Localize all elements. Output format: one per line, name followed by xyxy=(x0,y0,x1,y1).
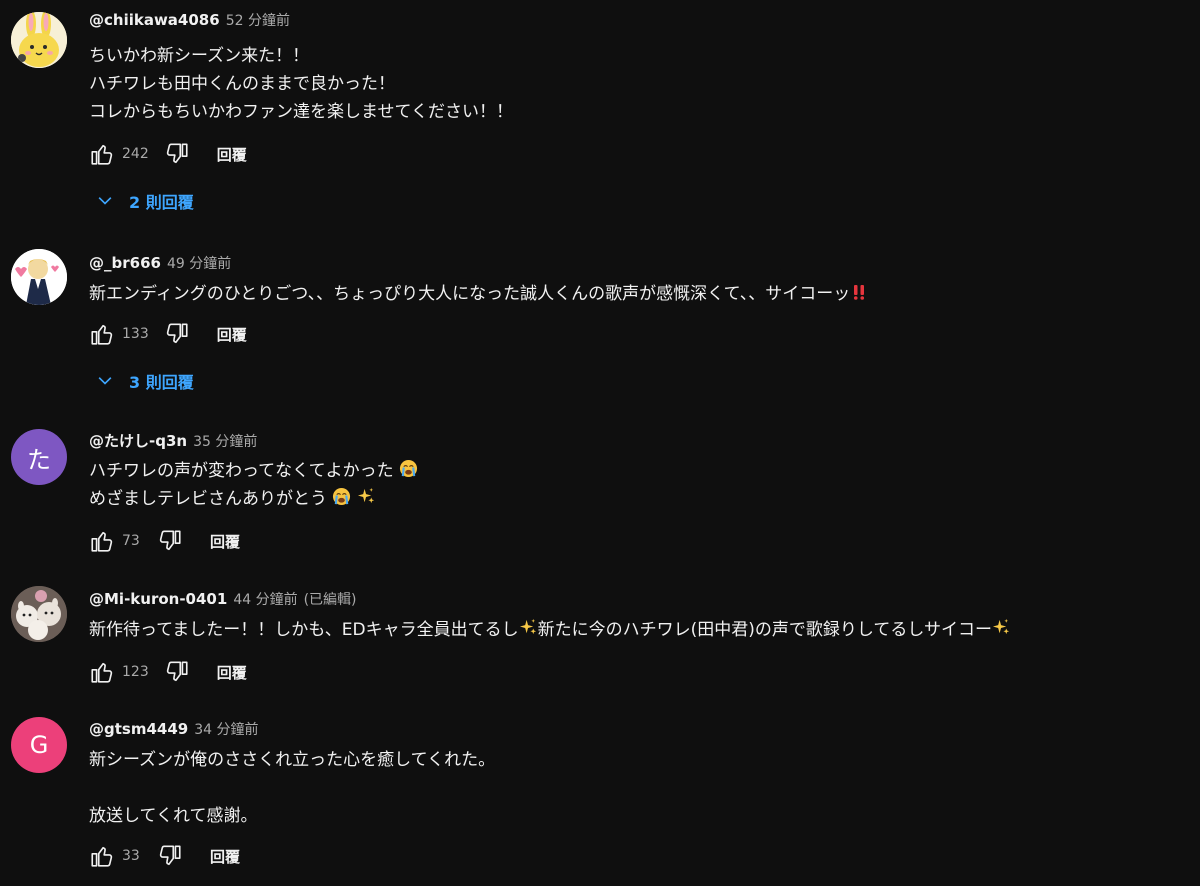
comment-text: 新作待ってましたー！！しかも、EDキャラ全員出てるし 新たに今のハチワレ(田中君)… xyxy=(89,616,1011,644)
comment-line: 放送してくれて感謝。 xyxy=(89,806,258,826)
chevron-down-icon xyxy=(95,191,115,211)
comment-line xyxy=(89,774,495,802)
thumbs-down-icon xyxy=(166,143,188,164)
reply-button[interactable]: 回覆 xyxy=(210,531,240,552)
comment-line: 新エンディングのひとりごつ、、ちょっぴり大人になった誠人くんの歌声が感慨深くて、… xyxy=(89,280,868,308)
comment-author[interactable]: @chiikawa4086 xyxy=(89,11,220,29)
yellow-rabbit-avatar-icon xyxy=(11,12,67,68)
thumbs-down-icon xyxy=(159,530,181,551)
double-exclamation-icon xyxy=(850,282,868,310)
comment-text: 新エンディングのひとりごつ、、ちょっぴり大人になった誠人くんの歌声が感慨深くて、… xyxy=(89,280,868,308)
like-count: 133 xyxy=(122,326,149,342)
comment-time[interactable]: 34 分鐘前 xyxy=(194,719,258,739)
like-button[interactable] xyxy=(88,527,116,555)
comment-line-text: ハチワレの声が変わってなくてよかった xyxy=(89,461,394,481)
like-count: 33 xyxy=(122,848,140,864)
comment-time[interactable]: 35 分鐘前 xyxy=(193,431,257,451)
comment-line: ハチワレも田中くんのままで良かった！ xyxy=(89,74,395,94)
chevron-down-icon xyxy=(95,371,115,391)
comment-author[interactable]: @Mi-kuron-0401 xyxy=(89,590,227,608)
thumbs-up-icon xyxy=(91,531,113,552)
like-count: 123 xyxy=(122,664,149,680)
plush-toys-avatar-icon xyxy=(11,586,67,642)
like-count: 242 xyxy=(122,146,149,162)
like-button[interactable] xyxy=(88,140,116,168)
like-button[interactable] xyxy=(88,320,116,348)
dislike-button[interactable] xyxy=(163,658,191,686)
comment-line: 新シーズンが俺のささくれ立った心を癒してくれた。 xyxy=(89,750,496,770)
comment-time[interactable]: 44 分鐘前 xyxy=(233,589,297,609)
sparkles-icon xyxy=(992,618,1011,646)
avatar[interactable] xyxy=(11,12,67,68)
comment-line: ちいかわ新シーズン来た！！ xyxy=(89,46,310,66)
comment-header: @chiikawa4086 52 分鐘前 xyxy=(89,10,290,32)
comment-line-text: 新作待ってましたー！！しかも、EDキャラ全員出てるし xyxy=(89,620,519,640)
avatar[interactable]: た xyxy=(11,429,67,485)
comment-line: めざましテレビさんありがとう xyxy=(89,485,418,513)
comment-line: ハチワレの声が変わってなくてよかった xyxy=(89,457,418,485)
comment-line: 新作待ってましたー！！しかも、EDキャラ全員出てるし 新たに今のハチワレ(田中君)… xyxy=(89,616,1011,644)
comment-header: @たけし-q3n 35 分鐘前 xyxy=(89,430,257,452)
thumbs-down-icon xyxy=(166,661,188,682)
avatar[interactable] xyxy=(11,586,67,642)
comment-actions: 33 回覆 xyxy=(88,842,240,870)
thumbs-up-icon xyxy=(91,144,113,165)
comment-line-text: 新エンディングのひとりごつ、、ちょっぴり大人になった誠人くんの歌声が感慨深くて、… xyxy=(89,284,851,304)
comment-text: 新シーズンが俺のささくれ立った心を癒してくれた。 放送してくれて感謝。 xyxy=(89,746,495,830)
comment-text: ちいかわ新シーズン来た！！ ハチワレも田中くんのままで良かった！ コレからもちい… xyxy=(89,42,513,126)
comment-author[interactable]: @たけし-q3n xyxy=(89,430,187,451)
replies-count-label: 2 則回覆 xyxy=(129,193,194,212)
reply-button[interactable]: 回覆 xyxy=(210,846,240,867)
comment-header: @_br666 49 分鐘前 xyxy=(89,253,231,275)
avatar[interactable]: G xyxy=(11,717,67,773)
comment-text: ハチワレの声が変わってなくてよかった めざましテレビさんありがとう xyxy=(89,457,418,513)
thumbs-down-icon xyxy=(159,845,181,866)
sparkles-icon xyxy=(357,487,376,515)
view-replies-button[interactable]: 2 則回覆 xyxy=(95,189,194,213)
avatar-letter: G xyxy=(29,731,49,759)
thumbs-up-icon xyxy=(91,846,113,867)
comment-actions: 123 回覆 xyxy=(88,658,247,686)
thumbs-down-icon xyxy=(166,323,188,344)
avatar-letter: た xyxy=(27,445,51,474)
comment-header: @gtsm4449 34 分鐘前 xyxy=(89,719,258,741)
comment-time[interactable]: 52 分鐘前 xyxy=(226,10,290,30)
thumbs-up-icon xyxy=(91,662,113,683)
comment-actions: 133 回覆 xyxy=(88,320,247,348)
comment-actions: 242 回覆 xyxy=(88,140,247,168)
comment-line-text: 新たに今のハチワレ(田中君)の声で歌録りしてるしサイコー xyxy=(537,620,993,640)
comment-line: コレからもちいかわファン達を楽しませてください！！ xyxy=(89,102,513,122)
comment-actions: 73 回覆 xyxy=(88,527,240,555)
avatar[interactable] xyxy=(11,249,67,305)
comment-time[interactable]: 49 分鐘前 xyxy=(167,253,231,273)
view-replies-button[interactable]: 3 則回覆 xyxy=(95,369,194,393)
reply-button[interactable]: 回覆 xyxy=(217,662,247,683)
comment-line-text: めざましテレビさんありがとう xyxy=(89,489,327,509)
dislike-button[interactable] xyxy=(156,842,184,870)
edited-label: (已編輯) xyxy=(303,592,357,608)
comment-author[interactable]: @gtsm4449 xyxy=(89,720,188,738)
comment-header: @Mi-kuron-0401 44 分鐘前 (已編輯) xyxy=(89,589,357,611)
reply-button[interactable]: 回覆 xyxy=(217,144,247,165)
reply-button[interactable]: 回覆 xyxy=(217,324,247,345)
like-count: 73 xyxy=(122,533,140,549)
like-button[interactable] xyxy=(88,658,116,686)
crying-face-icon xyxy=(332,487,351,515)
crying-face-icon xyxy=(399,459,418,487)
anime-character-avatar-icon xyxy=(11,249,67,305)
replies-count-label: 3 則回覆 xyxy=(129,373,194,392)
comment-author[interactable]: @_br666 xyxy=(89,254,161,272)
dislike-button[interactable] xyxy=(156,527,184,555)
like-button[interactable] xyxy=(88,842,116,870)
dislike-button[interactable] xyxy=(163,320,191,348)
thumbs-up-icon xyxy=(91,324,113,345)
sparkles-icon xyxy=(519,618,538,646)
dislike-button[interactable] xyxy=(163,140,191,168)
